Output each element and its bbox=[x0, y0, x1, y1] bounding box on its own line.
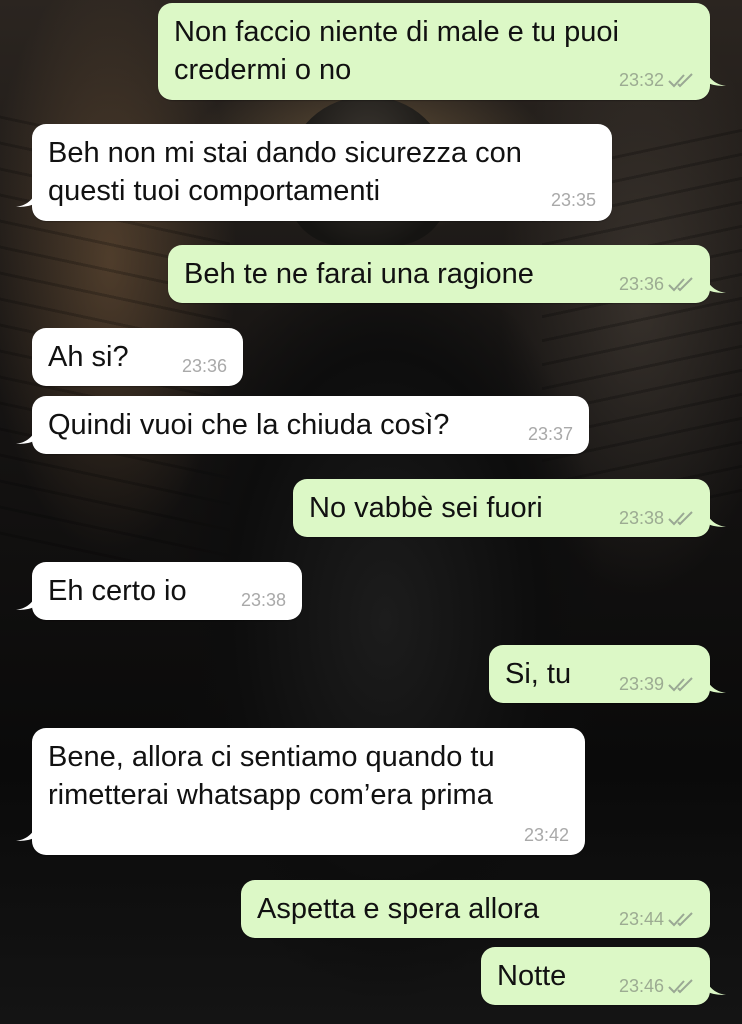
bubble-tail bbox=[16, 821, 38, 841]
message-meta: 23:35 bbox=[551, 190, 596, 210]
message-time: 23:35 bbox=[550, 190, 596, 210]
double-check-icon bbox=[668, 73, 693, 88]
message-bubble-incoming[interactable]: Bene, allora ci sentiamo quando tu rimet… bbox=[16, 728, 585, 855]
message-meta: 23:36 bbox=[182, 356, 227, 376]
message-text: Quindi vuoi che la chiuda così? bbox=[48, 409, 450, 441]
message-bubble-outgoing[interactable]: Beh te ne farai una ragione 23:36 bbox=[168, 245, 726, 303]
message-meta: 23:36 bbox=[619, 274, 696, 294]
message-time: 23:38 bbox=[618, 508, 664, 528]
message-time: 23:37 bbox=[527, 424, 573, 444]
message-meta: 23:32 bbox=[619, 70, 696, 90]
message-text: Beh non mi stai dando sicurezza con ques… bbox=[48, 137, 522, 207]
message-text: Non faccio niente di male e tu puoi cred… bbox=[174, 16, 619, 86]
message-meta: 23:37 bbox=[528, 424, 573, 444]
message-time: 23:36 bbox=[181, 356, 227, 376]
message-bubble-incoming[interactable]: Eh certo io 23:38 bbox=[16, 562, 302, 620]
message-time: 23:36 bbox=[618, 274, 664, 294]
message-time: 23:42 bbox=[523, 825, 569, 845]
message-meta: 23:46 bbox=[619, 976, 696, 996]
double-check-icon bbox=[668, 912, 693, 927]
bubble-tail bbox=[16, 424, 38, 444]
message-text: Bene, allora ci sentiamo quando tu rimet… bbox=[48, 741, 495, 811]
double-check-icon bbox=[668, 979, 693, 994]
double-check-icon bbox=[668, 677, 693, 692]
bubble-tail bbox=[704, 975, 726, 995]
bubble-tail bbox=[704, 66, 726, 86]
message-text: Aspetta e spera allora bbox=[257, 893, 540, 925]
message-bubble-incoming[interactable]: Beh non mi stai dando sicurezza con ques… bbox=[16, 124, 612, 221]
message-text: Si, tu bbox=[505, 658, 572, 690]
message-meta: 23:38 bbox=[619, 508, 696, 528]
message-time: 23:44 bbox=[618, 909, 664, 929]
message-text: Notte bbox=[497, 960, 567, 992]
bubble-tail bbox=[16, 187, 38, 207]
message-meta: 23:44 bbox=[619, 909, 696, 929]
message-bubble-outgoing[interactable]: Aspetta e spera allora 23:44 bbox=[241, 880, 710, 938]
bubble-tail bbox=[16, 590, 38, 610]
message-text: Ah si? bbox=[48, 341, 129, 373]
message-text: Beh te ne farai una ragione bbox=[184, 258, 534, 290]
message-meta: 23:38 bbox=[241, 590, 286, 610]
bubble-tail bbox=[704, 673, 726, 693]
message-time: 23:39 bbox=[618, 674, 664, 694]
bubble-tail bbox=[704, 507, 726, 527]
message-bubble-incoming[interactable]: Quindi vuoi che la chiuda così? 23:37 bbox=[16, 396, 589, 454]
message-bubble-outgoing[interactable]: No vabbè sei fuori 23:38 bbox=[293, 479, 726, 537]
message-text: Eh certo io bbox=[48, 575, 187, 607]
double-check-icon bbox=[668, 511, 693, 526]
message-meta: 23:42 bbox=[524, 825, 569, 845]
double-check-icon bbox=[668, 277, 693, 292]
bubble-tail bbox=[704, 273, 726, 293]
message-time: 23:32 bbox=[618, 70, 664, 90]
message-bubble-outgoing[interactable]: Non faccio niente di male e tu puoi cred… bbox=[158, 3, 726, 100]
message-meta: 23:39 bbox=[619, 674, 696, 694]
message-bubble-outgoing[interactable]: Notte 23:46 bbox=[481, 947, 726, 1005]
message-text: No vabbè sei fuori bbox=[309, 492, 543, 524]
message-bubble-incoming[interactable]: Ah si? 23:36 bbox=[32, 328, 243, 386]
message-bubble-outgoing[interactable]: Si, tu 23:39 bbox=[489, 645, 726, 703]
message-time: 23:38 bbox=[240, 590, 286, 610]
message-time: 23:46 bbox=[618, 976, 664, 996]
